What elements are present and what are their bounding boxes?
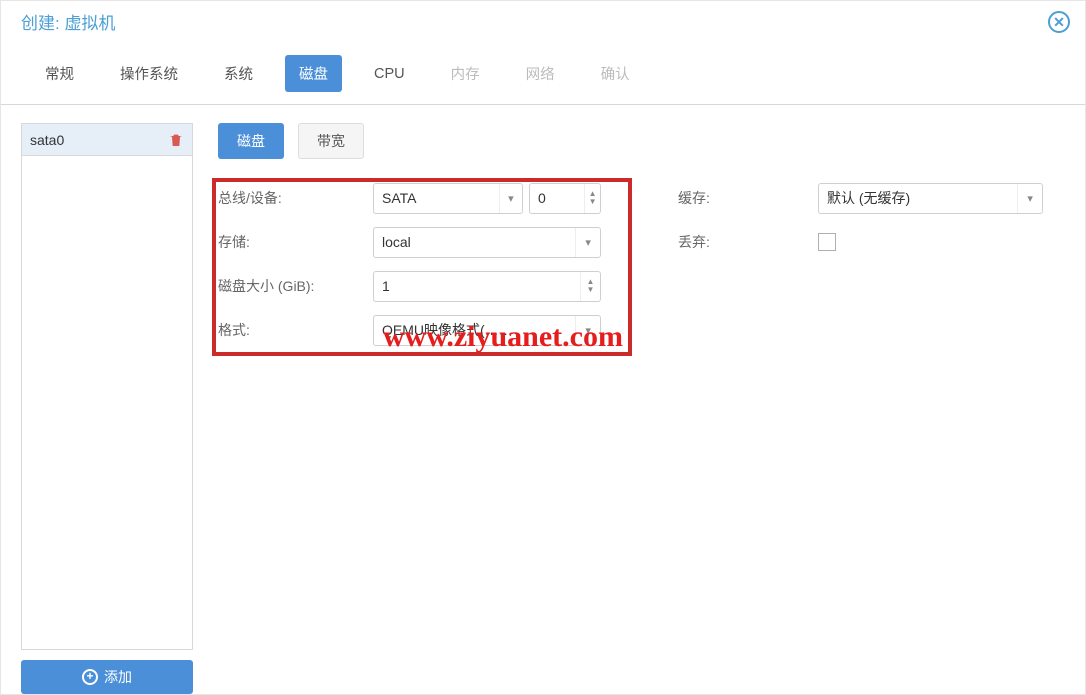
dialog-window: 创建: 虚拟机 常规 操作系统 系统 磁盘 CPU 内存 网络 确认 sata0…: [0, 0, 1086, 695]
subtab-disk[interactable]: 磁盘: [218, 123, 284, 159]
label-disk-size: 磁盘大小 (GiB):: [218, 276, 373, 296]
chevron-down-icon[interactable]: ▾: [575, 228, 600, 257]
tab-os[interactable]: 操作系统: [106, 55, 192, 92]
row-format: 格式: ▾: [218, 313, 628, 347]
close-icon[interactable]: [1048, 11, 1070, 33]
disk-item-sata0[interactable]: sata0: [22, 124, 192, 156]
device-input[interactable]: [530, 184, 584, 213]
label-format: 格式:: [218, 320, 373, 340]
disk-sidebar: sata0 添加: [21, 123, 193, 694]
storage-select[interactable]: ▾: [373, 227, 601, 258]
subtab-bandwidth[interactable]: 带宽: [298, 123, 364, 159]
tab-system[interactable]: 系统: [210, 55, 267, 92]
disk-item-label: sata0: [30, 132, 168, 148]
wizard-tabs: 常规 操作系统 系统 磁盘 CPU 内存 网络 确认: [1, 41, 1085, 104]
device-number-field[interactable]: ▲▼: [529, 183, 601, 214]
row-discard: 丢弃:: [678, 225, 1043, 259]
bus-select[interactable]: ▾: [373, 183, 523, 214]
row-disk-size: 磁盘大小 (GiB): ▲▼: [218, 269, 628, 303]
row-storage: 存储: ▾: [218, 225, 628, 259]
titlebar: 创建: 虚拟机: [1, 1, 1085, 41]
dialog-title: 创建: 虚拟机: [21, 9, 115, 34]
tab-general[interactable]: 常规: [31, 55, 88, 92]
tab-disks[interactable]: 磁盘: [285, 55, 342, 92]
format-select[interactable]: ▾: [373, 315, 601, 346]
disk-form-panel: 磁盘 带宽 总线/设备: ▾ ▲▼: [218, 123, 1065, 694]
bus-input[interactable]: [374, 184, 499, 213]
chevron-down-icon[interactable]: ▾: [1017, 184, 1042, 213]
disk-list: sata0: [21, 123, 193, 650]
discard-checkbox[interactable]: [818, 233, 836, 251]
tab-cpu[interactable]: CPU: [360, 58, 419, 90]
spinner-controls[interactable]: ▲▼: [580, 272, 600, 301]
label-bus-device: 总线/设备:: [218, 188, 373, 208]
disk-size-input[interactable]: [374, 272, 580, 301]
cache-input[interactable]: [819, 184, 1017, 213]
cache-select[interactable]: ▾: [818, 183, 1043, 214]
tab-network: 网络: [512, 55, 569, 92]
format-input[interactable]: [374, 316, 575, 345]
chevron-down-icon[interactable]: ▾: [575, 316, 600, 345]
form-left-column: 总线/设备: ▾ ▲▼ 存: [218, 181, 628, 347]
disk-size-field[interactable]: ▲▼: [373, 271, 601, 302]
form-columns: 总线/设备: ▾ ▲▼ 存: [218, 181, 1065, 347]
add-button-label: 添加: [104, 667, 132, 687]
label-storage: 存储:: [218, 232, 373, 252]
plus-icon: [82, 669, 98, 685]
chevron-down-icon[interactable]: ▾: [499, 184, 522, 213]
form-right-column: 缓存: ▾ 丢弃:: [678, 181, 1043, 347]
add-disk-button[interactable]: 添加: [21, 660, 193, 694]
label-discard: 丢弃:: [678, 232, 818, 252]
disk-subtabs: 磁盘 带宽: [218, 123, 1065, 159]
row-cache: 缓存: ▾: [678, 181, 1043, 215]
trash-icon[interactable]: [168, 132, 184, 148]
spinner-controls[interactable]: ▲▼: [584, 184, 600, 213]
storage-input[interactable]: [374, 228, 575, 257]
row-bus-device: 总线/设备: ▾ ▲▼: [218, 181, 628, 215]
label-cache: 缓存:: [678, 188, 818, 208]
tab-confirm: 确认: [587, 55, 644, 92]
content-area: sata0 添加 磁盘 带宽 总线/设备:: [1, 104, 1085, 694]
tab-memory: 内存: [437, 55, 494, 92]
